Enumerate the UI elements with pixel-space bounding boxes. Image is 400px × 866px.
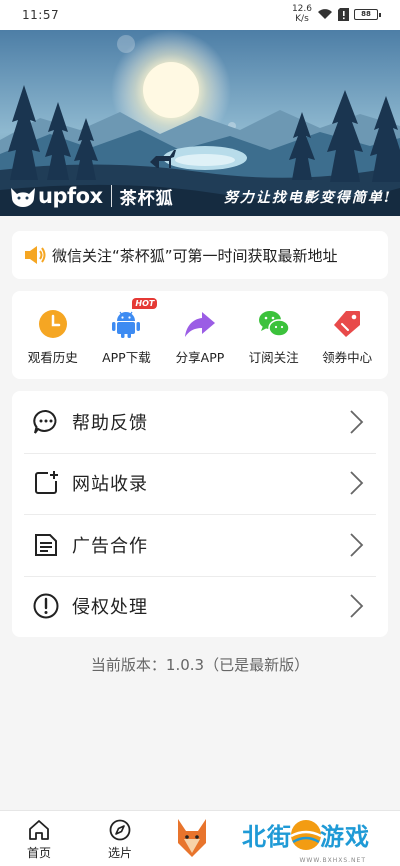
network-speed: 12.6 K/s (292, 4, 312, 24)
nav-home[interactable]: 首页 (14, 819, 64, 861)
android-icon (110, 308, 142, 340)
wechat-icon (258, 308, 290, 340)
quick-action-app-download[interactable]: HOT APP下载 (90, 291, 162, 379)
watermark-text-1: 北街 (242, 823, 292, 851)
bottom-nav: 首页 选片 北街 游戏 WWW.BXHXS.NET (0, 810, 400, 866)
fox-logo-icon (11, 188, 35, 207)
watermark-ball-icon (290, 819, 322, 850)
alert-circle-icon (33, 593, 59, 619)
brand-divider (110, 185, 112, 207)
status-indicators: 12.6 K/s 88 (292, 4, 381, 24)
fox-mascot-icon[interactable] (172, 813, 212, 863)
nav-home-label: 首页 (26, 846, 51, 860)
network-speed-unit: K/s (295, 14, 309, 24)
share-arrow-icon (184, 308, 216, 340)
quick-action-share[interactable]: 分享APP (164, 291, 236, 379)
speaker-icon (25, 246, 46, 264)
brand: upfox 茶杯狐 (10, 183, 174, 209)
nav-discover-label: 选片 (107, 846, 132, 860)
quick-action-history[interactable]: 观看历史 (17, 291, 89, 379)
clock-icon (37, 308, 69, 340)
add-bookmark-icon (35, 471, 58, 495)
notice-bar[interactable]: 微信关注“茶杯狐”可第一时间获取最新地址 (12, 231, 388, 279)
brand-name: upfox (38, 184, 103, 208)
menu-item-infringement[interactable]: 侵权处理 (12, 575, 388, 638)
watermark: 北街 游戏 (242, 817, 370, 852)
quick-action-label: 分享APP (175, 350, 225, 365)
menu-item-label: 侵权处理 (72, 597, 148, 619)
compass-icon (109, 819, 131, 841)
brand-name-cn: 茶杯狐 (119, 188, 174, 209)
quick-actions: 观看历史 HOT APP下载 分享APP 订阅关注 领券中心 (12, 291, 388, 379)
quick-action-label: 观看历史 (27, 350, 78, 365)
status-bar: 11:57 12.6 K/s 88 (0, 0, 400, 30)
chevron-right-icon (350, 410, 364, 434)
watermark-url: WWW.BXHXS.NET (299, 857, 366, 864)
hot-badge: HOT (132, 298, 158, 309)
battery-icon: 88 (354, 8, 381, 20)
menu-item-advertising[interactable]: 广告合作 (12, 514, 388, 576)
chevron-right-icon (350, 471, 364, 495)
network-speed-value: 12.6 (291, 4, 312, 14)
quick-action-label: APP下载 (102, 350, 151, 365)
version-text: 当前版本：1.0.3（已是最新版） (90, 656, 310, 674)
header-banner: upfox 茶杯狐 努力让找电影变得简单! (0, 30, 400, 216)
chat-bubble-icon (33, 409, 57, 434)
menu-item-label: 网站收录 (72, 474, 148, 496)
coupon-tag-icon (331, 308, 363, 340)
chevron-right-icon (350, 594, 364, 618)
quick-action-subscribe[interactable]: 订阅关注 (238, 291, 310, 379)
slogan: 努力让找电影变得简单! (223, 190, 392, 206)
status-time: 11:57 (22, 8, 60, 22)
document-icon (35, 533, 57, 556)
quick-action-label: 领券中心 (322, 350, 373, 365)
menu-item-label: 帮助反馈 (72, 412, 148, 434)
menu-item-site-submit[interactable]: 网站收录 (12, 452, 388, 515)
wifi-icon (317, 8, 333, 20)
quick-action-coupons[interactable]: 领券中心 (311, 291, 383, 379)
home-icon (29, 820, 49, 840)
menu-item-help-feedback[interactable]: 帮助反馈 (12, 391, 388, 453)
menu-item-label: 广告合作 (72, 535, 148, 557)
sim-alert-icon (338, 7, 349, 21)
notice-text: 微信关注“茶杯狐”可第一时间获取最新地址 (52, 246, 338, 265)
watermark-text-2: 游戏 (320, 823, 370, 851)
settings-menu: 帮助反馈 网站收录 广告合作 侵权处理 (12, 391, 388, 637)
nav-discover[interactable]: 选片 (95, 819, 145, 861)
chevron-right-icon (350, 533, 364, 557)
quick-action-label: 订阅关注 (248, 350, 299, 365)
